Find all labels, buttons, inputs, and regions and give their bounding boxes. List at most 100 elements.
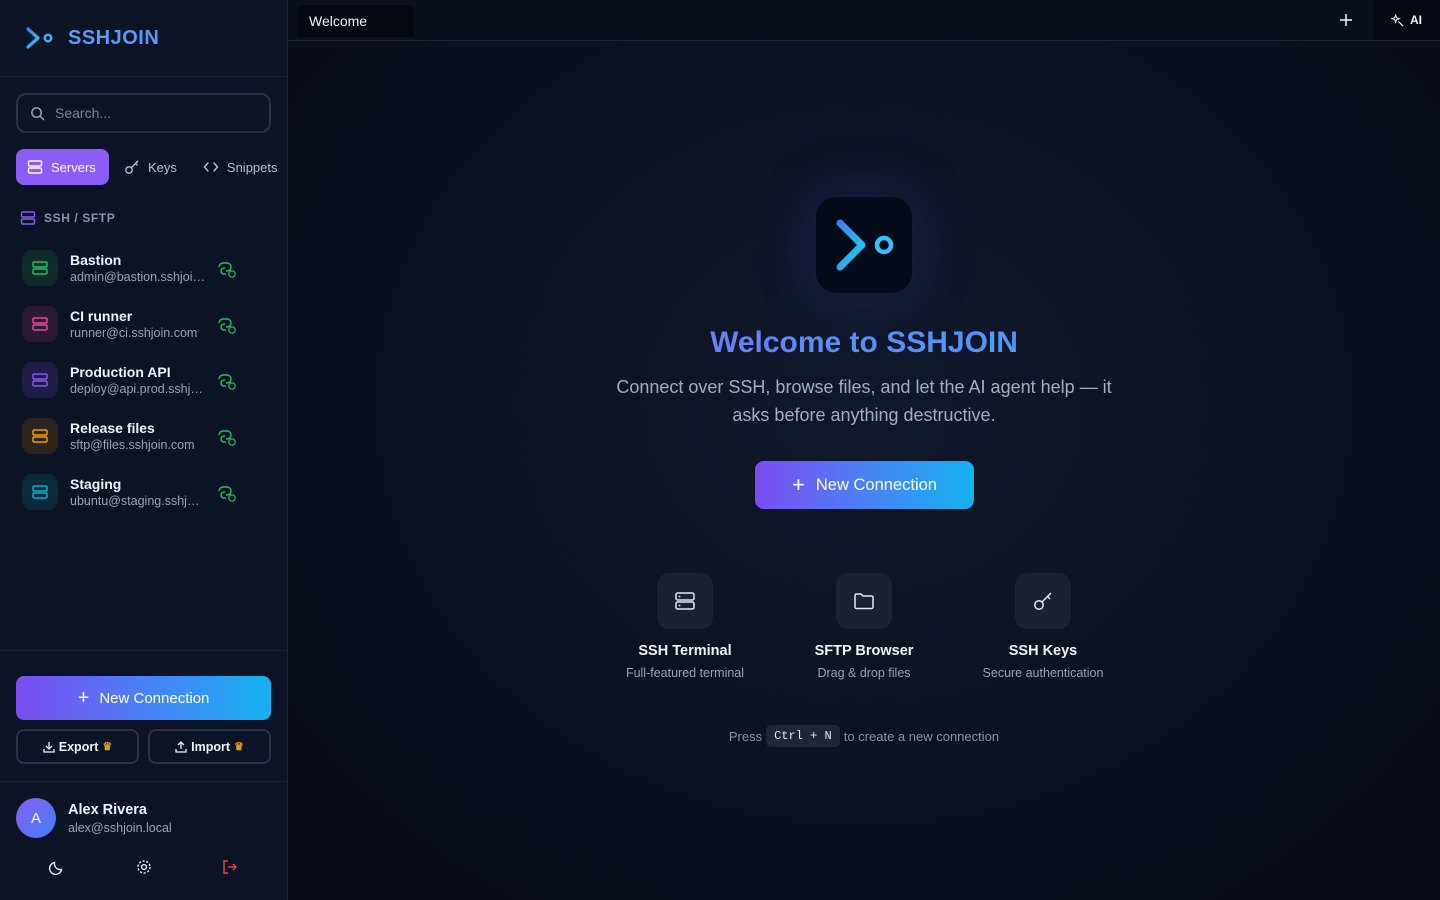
- new-connection-button[interactable]: + New Connection: [755, 461, 974, 509]
- server-item-staging[interactable]: Staging ubuntu@staging.sshjoin.com: [16, 464, 272, 520]
- server-list: Bastion admin@bastion.sshjoin.com CI run…: [16, 240, 272, 520]
- export-label: Export: [58, 739, 99, 754]
- key-icon: [125, 160, 139, 174]
- brand-logo-icon: [836, 219, 894, 271]
- server-name: Release files: [70, 420, 155, 436]
- user-name: Alex Rivera: [68, 802, 147, 818]
- server-host: runner@ci.sshjoin.com: [70, 326, 198, 340]
- server-stack-icon: [32, 317, 48, 331]
- feature-title: SFTP Browser: [814, 643, 914, 659]
- server-icon: [22, 250, 58, 286]
- section-ssh-sftp: SSH / SFTP: [20, 210, 115, 226]
- server-icon: [22, 418, 58, 454]
- connection-status-icon: [218, 430, 236, 446]
- server-icon: [22, 306, 58, 342]
- server-item-bastion[interactable]: Bastion admin@bastion.sshjoin.com: [16, 240, 272, 296]
- server-item-production-api[interactable]: Production API deploy@api.prod.sshjoin.c…: [16, 352, 272, 408]
- search-box[interactable]: [16, 93, 271, 133]
- server-name: Bastion: [70, 252, 122, 268]
- search-input[interactable]: [55, 105, 255, 121]
- keyboard-hint: Press Ctrl + N to create a new connectio…: [288, 725, 1440, 747]
- server-icon: [20, 211, 36, 225]
- import-button[interactable]: Import ♛: [148, 729, 271, 764]
- server-icon: [22, 362, 58, 398]
- feature-title: SSH Keys: [1008, 643, 1078, 659]
- plus-icon: +: [77, 687, 90, 709]
- user-profile[interactable]: A Alex Rivera alex@sshjoin.local: [0, 781, 287, 851]
- feature-icon-box: [1015, 573, 1071, 629]
- server-icon: [22, 474, 58, 510]
- feature-sftp-browser: SFTP Browser Drag & drop files: [774, 573, 954, 680]
- import-label: Import: [191, 739, 230, 754]
- moon-icon[interactable]: [48, 858, 66, 876]
- folder-icon: [854, 593, 874, 610]
- brand-logo-icon: [26, 27, 53, 49]
- welcome-title: Welcome to SSHJOIN: [288, 326, 1440, 360]
- logout-icon[interactable]: [221, 858, 239, 876]
- gear-icon[interactable]: [135, 858, 153, 876]
- feature-icon-box: [657, 573, 713, 629]
- new-connection-label: New Connection: [815, 475, 937, 494]
- feature-title: SSH Terminal: [638, 643, 732, 659]
- server-name: Production API: [70, 364, 171, 380]
- main-area: Welcome AI Welcome to SSHJOIN Connect ov…: [288, 0, 1440, 900]
- avatar: A: [16, 798, 56, 838]
- hint-suffix: to create a new connection: [843, 728, 1000, 744]
- server-host: deploy@api.prod.sshjoin.com: [70, 382, 206, 396]
- server-icon: [675, 592, 695, 610]
- feature-desc: Full-featured terminal: [625, 666, 745, 680]
- crown-icon: ♛: [102, 741, 113, 753]
- server-host: sftp@files.sshjoin.com: [70, 438, 195, 452]
- hint-prefix: Press: [728, 728, 763, 744]
- code-icon: [203, 162, 219, 172]
- feature-desc: Drag & drop files: [817, 666, 911, 680]
- tab-keys[interactable]: Keys: [113, 149, 188, 185]
- server-stack-icon: [32, 373, 48, 387]
- section-label: SSH / SFTP: [44, 211, 116, 225]
- ai-button[interactable]: AI: [1373, 0, 1440, 40]
- connection-status-icon: [218, 318, 236, 334]
- feature-icon-box: [836, 573, 892, 629]
- sidebar-footer: + New Connection Export ♛ Import ♛ A Ale…: [0, 650, 287, 900]
- download-icon: [43, 741, 55, 753]
- export-button[interactable]: Export ♛: [16, 729, 139, 764]
- brand: SSHJOIN: [0, 0, 287, 77]
- tab-servers[interactable]: Servers: [16, 149, 109, 185]
- tab-welcome[interactable]: Welcome: [297, 5, 414, 37]
- tab-keys-label: Keys: [148, 159, 177, 175]
- sparkles-icon: [1391, 13, 1404, 26]
- server-stack-icon: [32, 429, 48, 443]
- new-tab-icon[interactable]: [1338, 12, 1354, 28]
- tab-snippets-label: Snippets: [226, 159, 278, 175]
- user-email: alex@sshjoin.local: [68, 821, 172, 835]
- tab-bar: Welcome AI: [288, 0, 1440, 41]
- tab-servers-label: Servers: [51, 159, 96, 175]
- server-stack-icon: [32, 485, 48, 499]
- hero-logo: [816, 197, 912, 293]
- tab-snippets[interactable]: Snippets: [192, 149, 289, 185]
- feature-ssh-keys: SSH Keys Secure authentication: [953, 573, 1133, 680]
- search-icon: [31, 106, 45, 120]
- sidebar: SSHJOIN Servers Keys: [0, 0, 288, 900]
- brand-name: SSHJOIN: [68, 26, 160, 49]
- server-item-ci-runner[interactable]: CI runner runner@ci.sshjoin.com: [16, 296, 272, 352]
- server-host: admin@bastion.sshjoin.com: [70, 270, 206, 284]
- feature-ssh-terminal: SSH Terminal Full-featured terminal: [595, 573, 775, 680]
- sidebar-new-connection-button[interactable]: + New Connection: [16, 676, 271, 720]
- connection-status-icon: [218, 262, 236, 278]
- ai-label: AI: [1410, 13, 1422, 27]
- connection-status-icon: [218, 374, 236, 390]
- server-host: ubuntu@staging.sshjoin.com: [70, 494, 206, 508]
- server-icon: [27, 160, 43, 174]
- server-stack-icon: [32, 261, 48, 275]
- plus-icon: +: [792, 472, 805, 497]
- shortcut-key: Ctrl + N: [766, 725, 840, 747]
- new-connection-label: New Connection: [99, 689, 210, 707]
- crown-icon: ♛: [234, 741, 244, 753]
- welcome-subtitle: Connect over SSH, browse files, and let …: [616, 377, 1112, 425]
- server-name: Staging: [70, 476, 122, 492]
- key-icon: [1034, 592, 1052, 610]
- feature-desc: Secure authentication: [982, 666, 1104, 680]
- server-name: CI runner: [70, 308, 133, 324]
- server-item-release-files[interactable]: Release files sftp@files.sshjoin.com: [16, 408, 272, 464]
